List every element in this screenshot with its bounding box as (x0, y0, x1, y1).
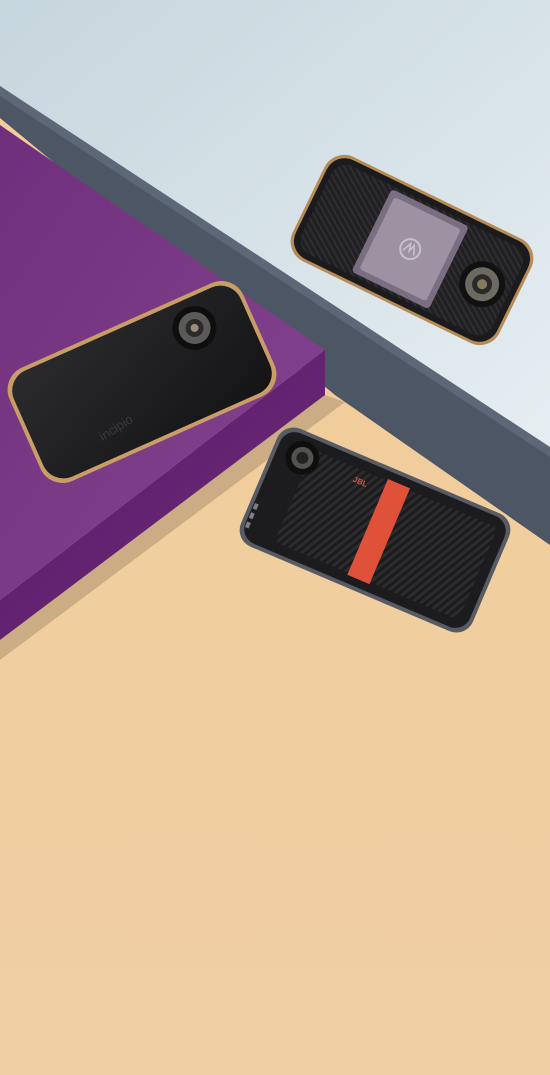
product-photo-scene: incipio JBL (0, 0, 550, 1075)
scene-illustration: incipio JBL (0, 0, 550, 1075)
